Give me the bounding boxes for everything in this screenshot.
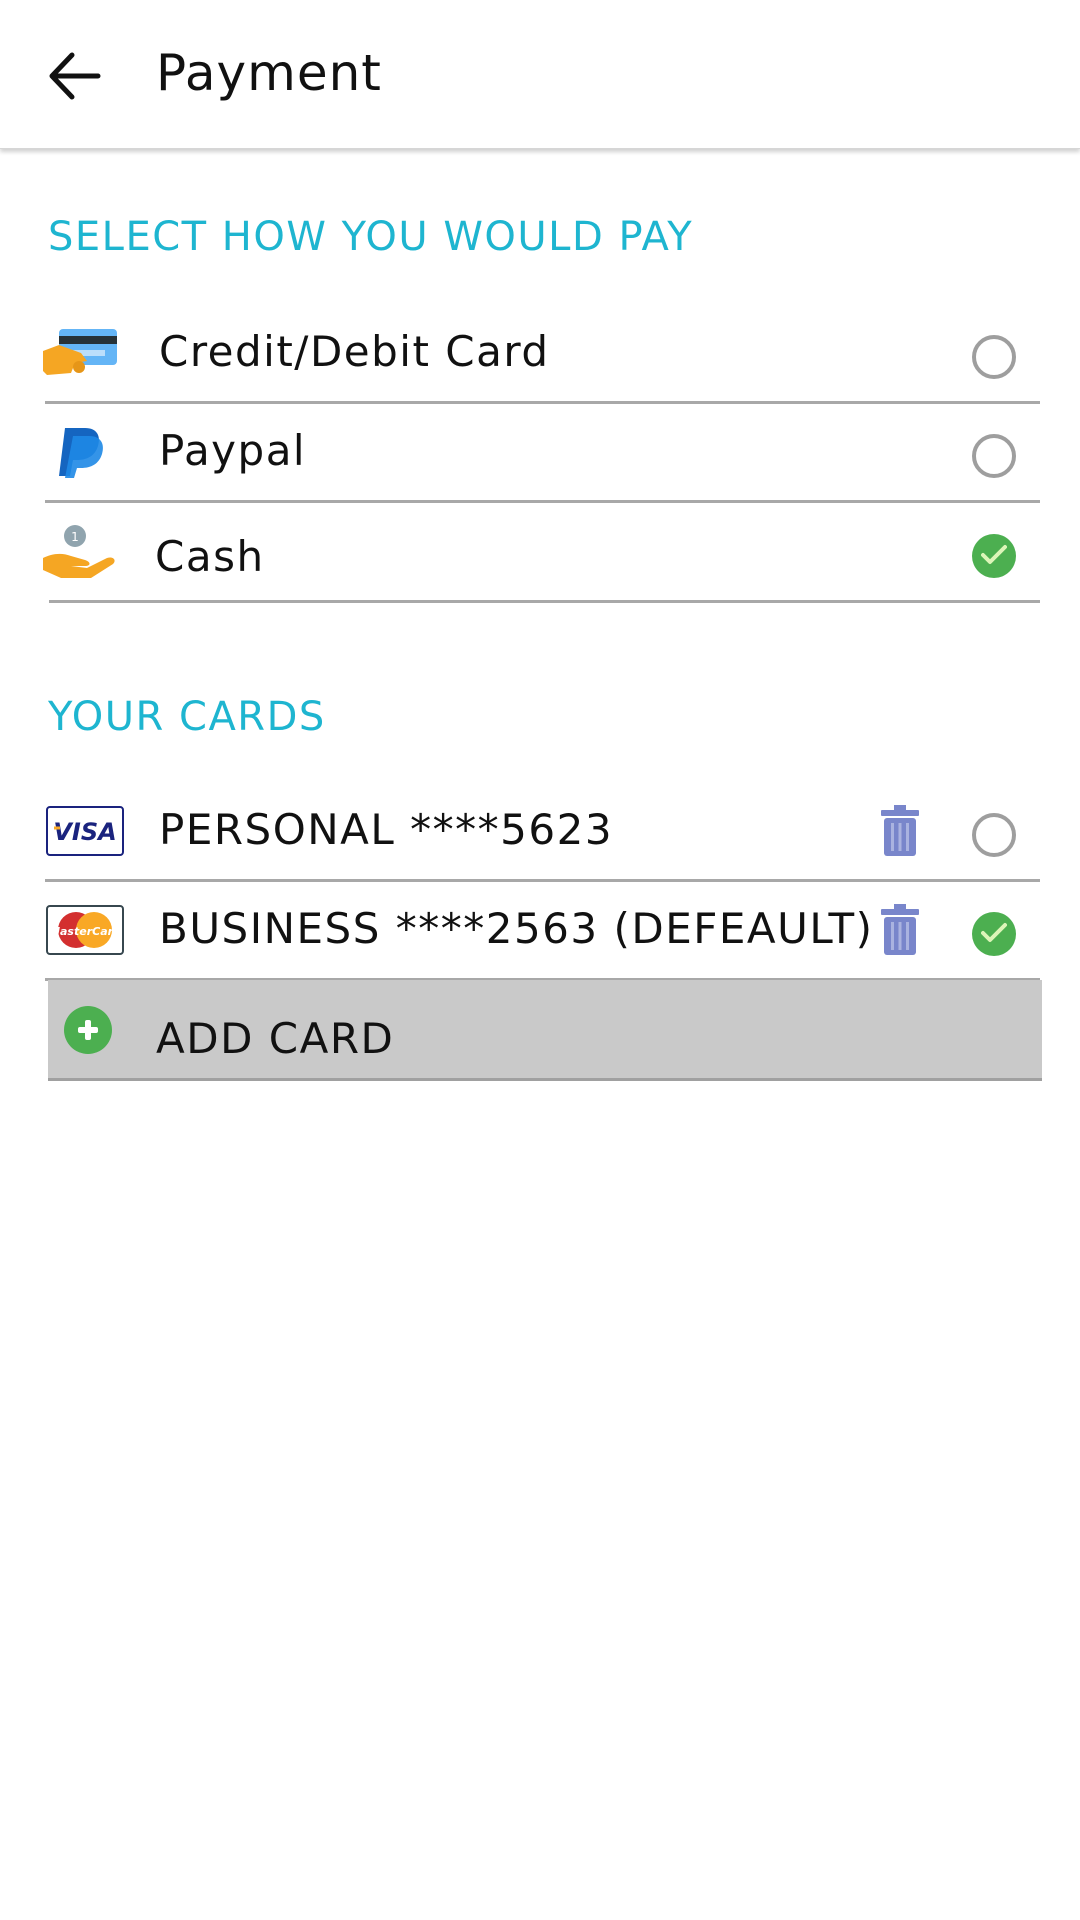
payment-option-paypal[interactable]: Paypal (45, 404, 1040, 503)
payment-option-label: Paypal (159, 426, 307, 475)
paypal-icon (41, 422, 121, 482)
visa-icon: VISA (45, 801, 125, 861)
card-item-business[interactable]: MasterCard BUSINESS ****2563 (DEFEAULT) (45, 882, 1040, 981)
radio-unchecked-icon[interactable] (972, 335, 1016, 379)
trash-icon[interactable] (880, 904, 920, 956)
payment-option-label: Cash (155, 532, 265, 581)
radio-unchecked-icon[interactable] (972, 434, 1016, 478)
mastercard-brand-text: MasterCard (49, 925, 121, 938)
page-title: Payment (156, 44, 382, 102)
card-label: BUSINESS ****2563 (DEFEAULT) (159, 904, 874, 953)
back-button[interactable] (44, 48, 104, 104)
payment-option-cash[interactable]: 1 Cash (43, 504, 1040, 603)
arrow-left-icon (49, 52, 101, 100)
plus-circle-icon (64, 1006, 112, 1054)
radio-unchecked-icon[interactable] (972, 813, 1016, 857)
app-bar: Payment (0, 0, 1080, 149)
visa-brand-text: VISA (53, 818, 116, 846)
radio-checked-icon[interactable] (972, 534, 1016, 578)
cash-hand-icon: 1 (41, 522, 121, 582)
cards-section-heading: YOUR CARDS (48, 694, 326, 740)
payment-option-label: Credit/Debit Card (159, 327, 550, 376)
payment-section-heading: SELECT HOW YOU WOULD PAY (48, 214, 694, 260)
credit-card-hand-icon (41, 323, 121, 383)
payment-option-card[interactable]: Credit/Debit Card (43, 305, 1040, 404)
card-label: PERSONAL ****5623 (159, 805, 614, 854)
svg-text:1: 1 (71, 530, 79, 544)
mastercard-icon: MasterCard (45, 900, 125, 960)
trash-icon[interactable] (880, 805, 920, 857)
add-card-button[interactable]: ADD CARD (48, 980, 1042, 1081)
add-card-label: ADD CARD (156, 1014, 395, 1063)
card-item-personal[interactable]: VISA PERSONAL ****5623 (45, 783, 1040, 882)
radio-checked-icon[interactable] (972, 912, 1016, 956)
